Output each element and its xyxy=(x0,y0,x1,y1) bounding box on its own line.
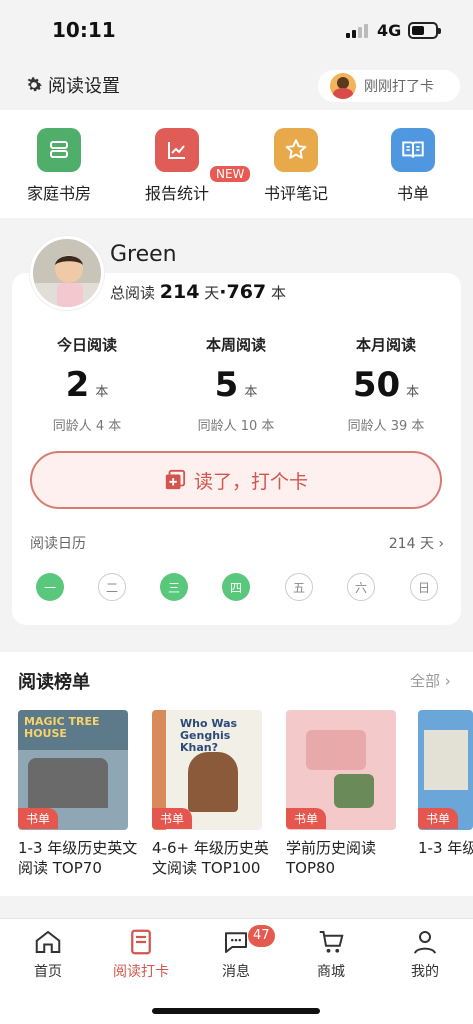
stat-title: 本周阅读 xyxy=(205,336,266,354)
book-cover: Who Was Genghis Khan? 书单 xyxy=(152,710,262,830)
book-tag: 书单 xyxy=(18,808,59,829)
stat-unit: 本 xyxy=(244,385,258,400)
ranking-book-card[interactable]: 书单 1-3 年级历史阅读 TOP7 xyxy=(418,710,473,858)
chevron-right-icon: › xyxy=(438,536,444,552)
top-bar: 阅读设置 刚刚打了卡 xyxy=(0,62,473,110)
checkin-icon xyxy=(131,929,151,955)
star-icon xyxy=(274,128,318,172)
feature-book-list[interactable]: 书单 xyxy=(358,128,468,204)
reading-ranking-section: 阅读榜单 全部 › MAGIC TREE HOUSE 书单 1-3 年级历史英文… xyxy=(0,652,473,896)
profile-icon xyxy=(414,931,436,954)
calendar-days-link[interactable]: 214 天 › xyxy=(389,533,444,553)
calendar-day[interactable]: 一 xyxy=(36,573,64,601)
stat-value: 5 xyxy=(214,365,239,405)
stat-title: 今日阅读 xyxy=(56,336,117,354)
tab-profile[interactable]: 我的 xyxy=(385,927,465,981)
stat-unit: 本 xyxy=(95,385,109,400)
book-title: 1-3 年级历史阅读 TOP7 xyxy=(418,839,473,857)
bookshelf-icon xyxy=(37,128,81,172)
book-cover: MAGIC TREE HOUSE 书单 xyxy=(18,710,128,830)
avatar xyxy=(330,73,356,99)
reading-calendar-header[interactable]: 阅读日历 214 天 › xyxy=(30,533,444,553)
stat-value: 50 xyxy=(352,365,401,405)
stat-value: 2 xyxy=(65,365,90,405)
chart-icon xyxy=(155,128,199,172)
calendar-day[interactable]: 五 xyxy=(285,573,313,601)
book-tag: 书单 xyxy=(418,808,459,829)
checkin-button[interactable]: 读了，打个卡 xyxy=(30,451,442,509)
book-tag: 书单 xyxy=(286,808,327,829)
stat-unit: 本 xyxy=(406,385,420,400)
ranking-book-card[interactable]: Who Was Genghis Khan? 书单 4-6+ 年级历史英文阅读 T… xyxy=(152,710,282,878)
checkin-button-label: 读了，打个卡 xyxy=(193,470,308,493)
book-cover: 书单 xyxy=(286,710,396,830)
home-icon xyxy=(35,930,61,953)
stat-month: 本月阅读 50 本 同龄人 39 本 xyxy=(311,334,461,434)
feature-review-notes[interactable]: 书评笔记 xyxy=(241,128,351,204)
book-title: 4-6+ 年级历史英文阅读 TOP100 xyxy=(152,839,269,877)
calendar-day[interactable]: 三 xyxy=(160,573,188,601)
battery-icon xyxy=(408,22,441,39)
book-tag: 书单 xyxy=(152,808,193,829)
reading-settings-label: 阅读设置 xyxy=(48,76,120,97)
tab-reading-checkin[interactable]: 阅读打卡 xyxy=(101,927,181,981)
calendar-week: 一 二 三 四 五 六 日 xyxy=(36,573,438,603)
home-indicator xyxy=(152,1008,320,1014)
view-all-link[interactable]: 全部 › xyxy=(410,670,451,691)
signal-icon xyxy=(346,24,370,38)
section-title: 阅读榜单 xyxy=(18,672,90,693)
cart-icon xyxy=(319,931,344,953)
message-icon xyxy=(225,932,247,953)
stat-today: 今日阅读 2 本 同龄人 4 本 xyxy=(12,334,162,434)
book-title: 1-3 年级历史英文阅读 TOP70 xyxy=(18,839,138,877)
reading-settings-button[interactable]: 阅读设置 xyxy=(24,72,120,98)
calendar-day[interactable]: 二 xyxy=(98,573,126,601)
feature-family-library[interactable]: 家庭书房 xyxy=(4,128,114,204)
feature-label: 书评笔记 xyxy=(263,184,328,203)
book-title: 学前历史阅读 TOP80 xyxy=(286,839,377,877)
status-time: 10:11 xyxy=(52,18,116,42)
calendar-day[interactable]: 六 xyxy=(347,573,375,601)
feature-label: 书单 xyxy=(396,184,429,203)
network-label: 4G xyxy=(377,21,402,40)
book-cover: 书单 xyxy=(418,710,473,830)
ranking-book-card[interactable]: MAGIC TREE HOUSE 书单 1-3 年级历史英文阅读 TOP70 xyxy=(18,710,148,878)
message-count-badge: 47 xyxy=(248,925,275,947)
ranking-book-card[interactable]: 书单 学前历史阅读 TOP80 xyxy=(286,710,416,878)
feature-label: 家庭书房 xyxy=(26,184,91,203)
total-reading-summary: 总阅读 214 天·767 本 xyxy=(110,281,286,303)
tab-home[interactable]: 首页 xyxy=(8,927,88,981)
calendar-day[interactable]: 四 xyxy=(222,573,250,601)
gear-icon xyxy=(27,77,42,92)
profile-name: Green xyxy=(110,242,177,267)
checkin-status-pill[interactable]: 刚刚打了卡 xyxy=(318,70,460,102)
stat-peer: 同龄人 39 本 xyxy=(347,419,425,434)
calendar-title: 阅读日历 xyxy=(30,536,86,552)
status-bar: 10:11 4G xyxy=(0,0,473,62)
calendar-day[interactable]: 日 xyxy=(410,573,438,601)
stat-peer: 同龄人 4 本 xyxy=(52,419,122,434)
stat-peer: 同龄人 10 本 xyxy=(197,419,275,434)
stat-title: 本月阅读 xyxy=(355,336,416,354)
checkin-status-text: 刚刚打了卡 xyxy=(364,79,434,95)
stat-week: 本周阅读 5 本 同龄人 10 本 xyxy=(161,334,311,434)
new-badge: NEW xyxy=(208,164,253,184)
tab-store[interactable]: 商城 xyxy=(291,927,371,981)
avatar[interactable] xyxy=(30,236,104,310)
add-checkin-icon xyxy=(165,469,186,490)
open-book-icon xyxy=(391,128,435,172)
